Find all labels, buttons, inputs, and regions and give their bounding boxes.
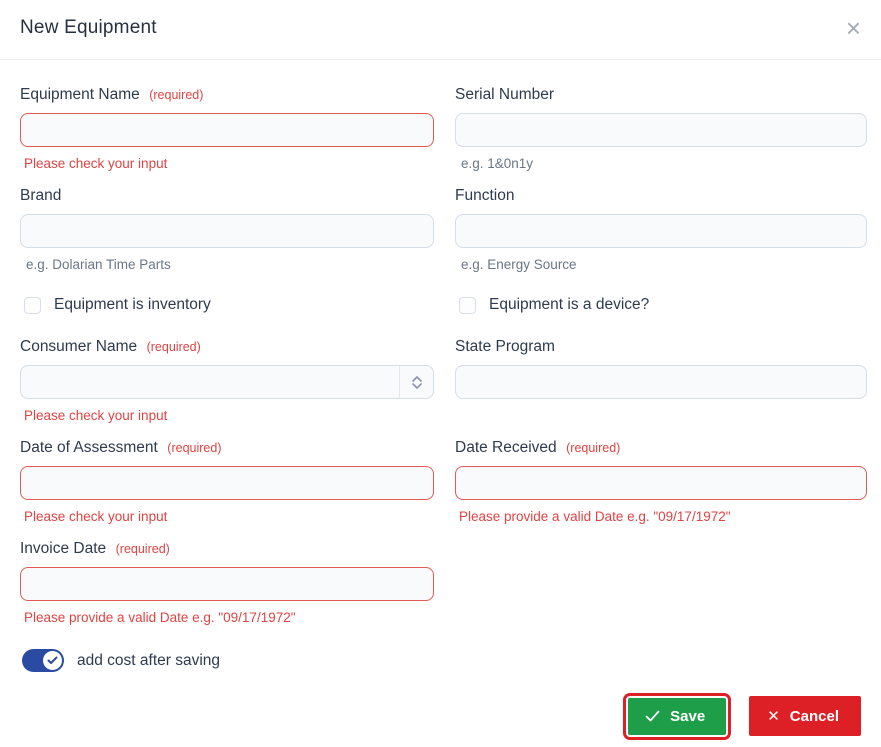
toggle-thumb [43, 651, 62, 670]
date-received-input[interactable] [455, 466, 867, 500]
cancel-button-label: Cancel [789, 707, 839, 725]
brand-hint: e.g. Dolarian Time Parts [26, 257, 171, 272]
add-cost-toggle-label: add cost after saving [77, 651, 221, 669]
modal-footer: Save ✕ Cancel [623, 692, 861, 740]
invoice-date-error: Please provide a valid Date e.g. "09/17/… [24, 610, 296, 625]
check-icon [47, 656, 58, 664]
function-label: Function [455, 187, 515, 204]
brand-input[interactable] [20, 214, 434, 248]
date-of-assessment-input[interactable] [20, 466, 434, 500]
close-icon[interactable]: × [846, 15, 861, 41]
date-of-assessment-required-tag: (required) [167, 441, 222, 455]
field-invoice-date: Invoice Date (required) Please provide a… [20, 540, 434, 625]
consumer-name-label: Consumer Name [20, 338, 138, 355]
add-cost-toggle-row: add cost after saving [22, 649, 434, 672]
serial-number-label: Serial Number [455, 86, 555, 103]
inventory-checkbox[interactable] [24, 296, 41, 314]
date-received-required-tag: (required) [566, 441, 621, 455]
function-hint: e.g. Energy Source [461, 257, 577, 272]
add-cost-toggle[interactable] [22, 649, 64, 672]
field-date-received: Date Received (required) Please provide … [455, 439, 867, 524]
invoice-date-required-tag: (required) [115, 542, 170, 556]
empty-cell [455, 540, 867, 625]
date-received-error: Please provide a valid Date e.g. "09/17/… [459, 509, 731, 524]
chevron-up-down-icon [399, 366, 433, 398]
cancel-button[interactable]: ✕ Cancel [749, 696, 861, 736]
device-checkbox-row: Equipment is a device? [459, 296, 867, 314]
field-date-of-assessment: Date of Assessment (required) Please che… [20, 439, 434, 524]
field-consumer-name: Consumer Name (required) Please check yo… [20, 338, 434, 423]
field-serial-number: Serial Number e.g. 1&0n1y [455, 86, 867, 171]
device-checkbox[interactable] [459, 296, 476, 314]
modal-header: New Equipment × [0, 0, 881, 60]
save-button[interactable]: Save [623, 692, 732, 740]
date-of-assessment-label: Date of Assessment [20, 439, 158, 456]
field-equipment-name: Equipment Name (required) Please check y… [20, 86, 434, 171]
brand-label: Brand [20, 187, 62, 204]
state-program-input[interactable] [455, 365, 867, 399]
function-input[interactable] [455, 214, 867, 248]
save-button-label: Save [670, 707, 706, 725]
invoice-date-label: Invoice Date [20, 540, 107, 557]
state-program-label: State Program [455, 338, 555, 355]
date-of-assessment-error: Please check your input [24, 509, 168, 524]
consumer-name-select[interactable] [20, 365, 434, 399]
check-icon [645, 710, 660, 722]
x-icon: ✕ [767, 708, 780, 725]
equipment-name-error: Please check your input [24, 156, 168, 171]
inventory-checkbox-label: Equipment is inventory [54, 296, 211, 313]
date-received-label: Date Received [455, 439, 557, 456]
new-equipment-form: Equipment Name (required) Please check y… [0, 60, 881, 672]
device-checkbox-label: Equipment is a device? [489, 296, 650, 313]
invoice-date-input[interactable] [20, 567, 434, 601]
inventory-checkbox-row: Equipment is inventory [24, 296, 434, 314]
consumer-name-error: Please check your input [24, 408, 168, 423]
field-state-program: State Program [455, 338, 867, 423]
equipment-name-required-tag: (required) [149, 88, 204, 102]
modal-title: New Equipment [20, 17, 157, 38]
equipment-name-input[interactable] [20, 113, 434, 147]
field-brand: Brand e.g. Dolarian Time Parts [20, 187, 434, 272]
consumer-name-required-tag: (required) [146, 340, 201, 354]
serial-number-input[interactable] [455, 113, 867, 147]
field-function: Function e.g. Energy Source [455, 187, 867, 272]
equipment-name-label: Equipment Name [20, 86, 140, 103]
serial-number-hint: e.g. 1&0n1y [461, 156, 534, 171]
